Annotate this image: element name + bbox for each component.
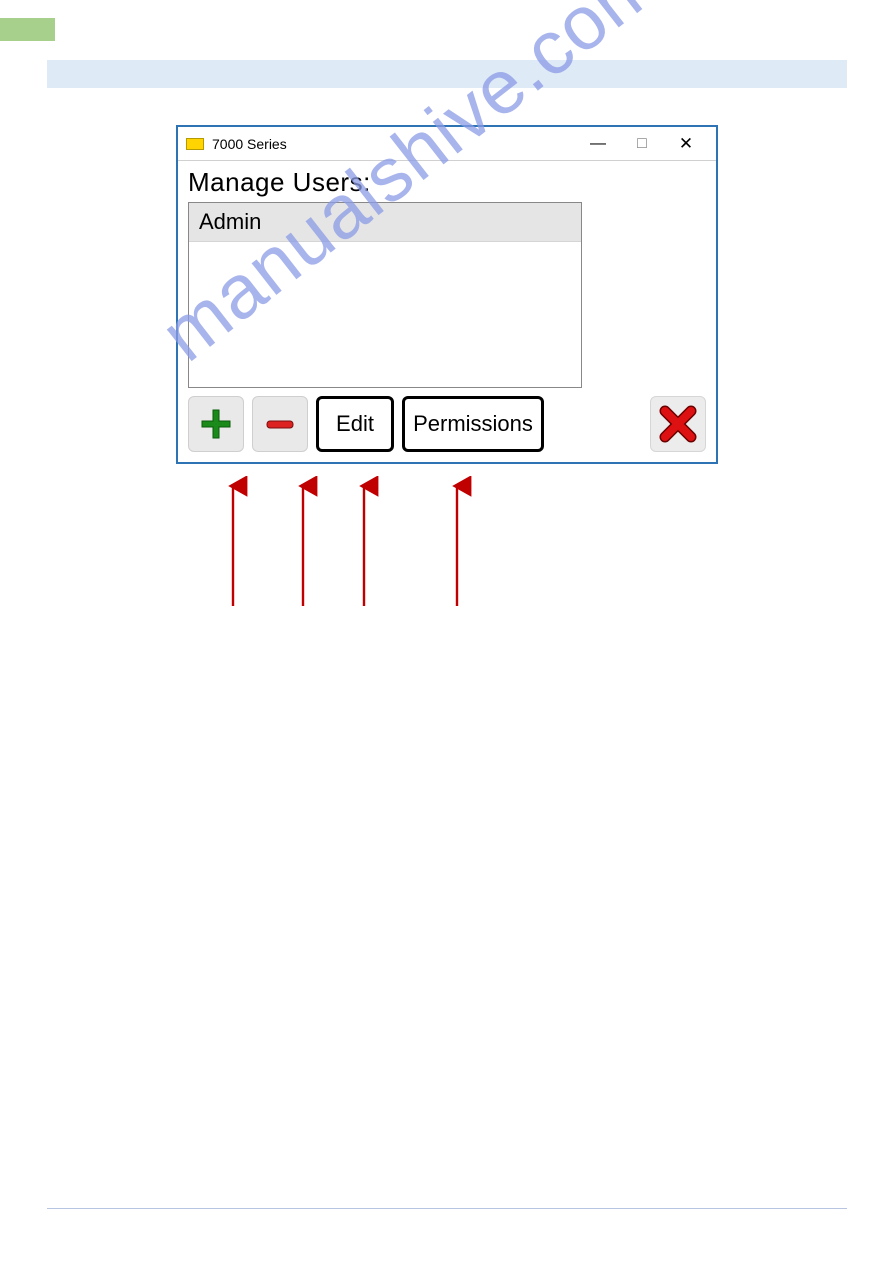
- dialog-heading: Manage Users:: [188, 167, 706, 198]
- footer-divider: [47, 1208, 847, 1209]
- user-list[interactable]: Admin: [188, 202, 582, 388]
- close-dialog-button[interactable]: [650, 396, 706, 452]
- section-header-band: [47, 60, 847, 88]
- permissions-button[interactable]: Permissions: [402, 396, 544, 452]
- window-titlebar[interactable]: 7000 Series — □ ✕: [178, 127, 716, 161]
- remove-user-button[interactable]: [252, 396, 308, 452]
- page-corner-tab: [0, 18, 55, 41]
- edit-button[interactable]: Edit: [316, 396, 394, 452]
- maximize-button[interactable]: □: [620, 135, 664, 153]
- minus-icon: [263, 407, 297, 441]
- dialog-toolbar: Edit Permissions: [188, 396, 706, 452]
- close-window-button[interactable]: ✕: [664, 134, 708, 154]
- minimize-button[interactable]: —: [576, 135, 620, 153]
- permissions-button-label: Permissions: [413, 411, 533, 437]
- dialog-body: Manage Users: Admin Edit Permissions: [178, 161, 716, 462]
- list-item[interactable]: Admin: [189, 203, 581, 242]
- edit-button-label: Edit: [336, 411, 374, 437]
- manage-users-dialog: 7000 Series — □ ✕ Manage Users: Admin Ed…: [176, 125, 718, 464]
- plus-icon: [199, 407, 233, 441]
- window-title: 7000 Series: [212, 136, 576, 152]
- annotation-arrows: [170, 476, 730, 616]
- add-user-button[interactable]: [188, 396, 244, 452]
- close-x-icon: [659, 405, 697, 443]
- app-icon: [186, 138, 204, 150]
